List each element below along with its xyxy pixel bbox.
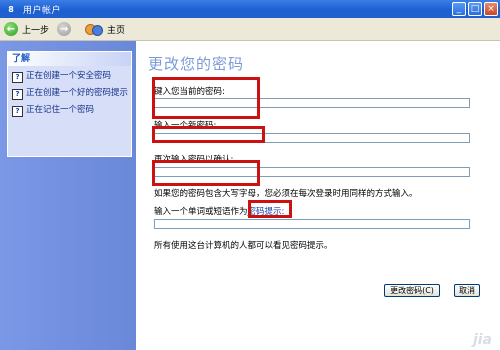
- back-label: 上一步: [22, 25, 50, 36]
- watermark: jia: [472, 332, 492, 348]
- page-title: 更改您的密码: [148, 55, 245, 73]
- close-button[interactable]: ×: [484, 2, 498, 16]
- learn-link-password-hint[interactable]: ? 正在创建一个好的密码提示: [12, 88, 128, 100]
- help-icon: ?: [12, 106, 23, 117]
- learn-link-label: 正在创建一个安全密码: [26, 71, 112, 81]
- learn-about-box: 了解 ? 正在创建一个安全密码 ? 正在创建一个好的密码提示 ? 正在记住一个密…: [7, 51, 132, 157]
- password-hint-note: 所有使用这台计算机的人都可以看见密码提示。: [154, 241, 333, 251]
- highlight-confirm-password: [152, 160, 260, 186]
- user-accounts-icon: 8: [8, 4, 14, 14]
- password-hint-input[interactable]: [154, 219, 470, 229]
- back-arrow-icon: ←: [4, 22, 18, 36]
- forward-arrow-icon[interactable]: →: [57, 22, 72, 36]
- learn-link-label: 正在创建一个好的密码提示: [26, 88, 129, 98]
- users-home-icon: [85, 22, 104, 36]
- home-button[interactable]: 主页: [75, 22, 125, 36]
- change-password-button[interactable]: 更改密码(C): [384, 284, 440, 297]
- navigation-bar: ← 上一步 → 主页: [0, 18, 500, 41]
- back-button[interactable]: ← 上一步: [4, 22, 49, 36]
- window-title: 用户帐户: [23, 5, 62, 16]
- help-icon: ?: [12, 89, 23, 100]
- cancel-button[interactable]: 取消: [454, 284, 480, 297]
- maximize-button[interactable]: □: [468, 2, 482, 16]
- title-bar: 8 用户帐户 _ □ ×: [0, 0, 500, 18]
- caps-lock-note: 如果您的密码包含大写字母，您必须在每次登录时用同样的方式输入。: [154, 189, 418, 199]
- password-hint-prefix: 输入一个单词或短语作为: [154, 207, 248, 217]
- learn-link-secure-password[interactable]: ? 正在创建一个安全密码: [12, 71, 128, 83]
- help-icon: ?: [12, 72, 23, 83]
- highlight-current-password: [152, 77, 260, 119]
- home-label: 主页: [107, 25, 126, 36]
- minimize-button[interactable]: _: [452, 2, 466, 16]
- learn-link-label: 正在记住一个密码: [26, 105, 95, 115]
- learn-heading: 了解: [8, 52, 131, 66]
- left-task-panel: 了解 ? 正在创建一个安全密码 ? 正在创建一个好的密码提示 ? 正在记住一个密…: [0, 41, 136, 350]
- highlight-new-password: [152, 126, 265, 143]
- main-content: 更改您的密码 键入您当前的密码: 输入一个新密码: 再次输入密码以确认: 如果您…: [136, 41, 500, 350]
- learn-link-remember-password[interactable]: ? 正在记住一个密码: [12, 105, 128, 117]
- highlight-password-hint: [248, 200, 292, 218]
